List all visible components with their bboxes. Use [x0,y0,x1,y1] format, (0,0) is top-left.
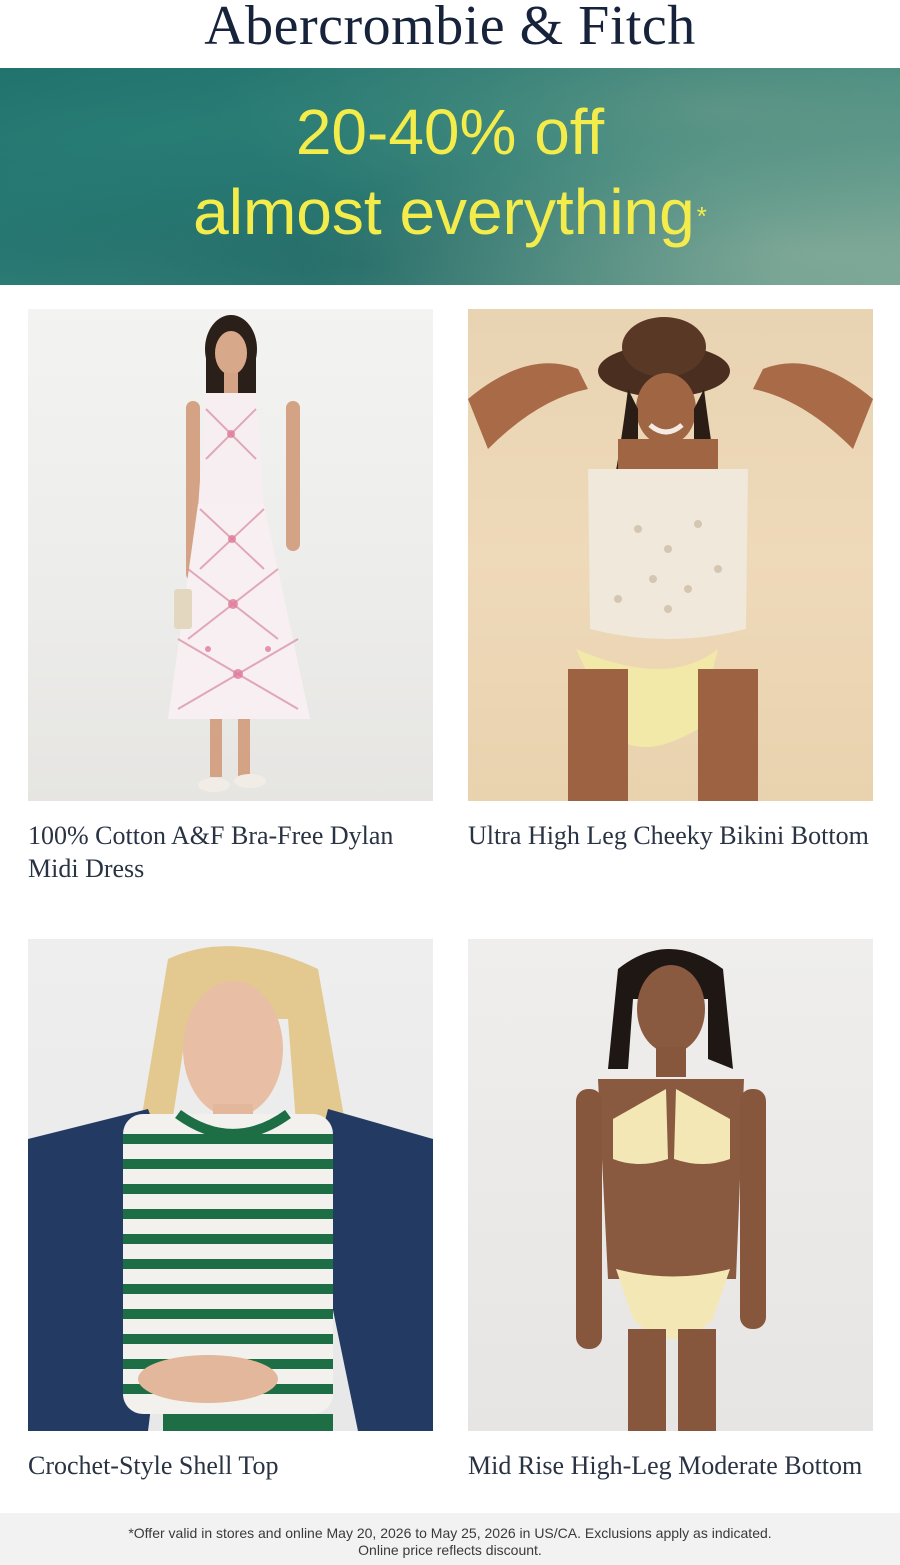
product-title[interactable]: 100% Cotton A&F Bra-Free Dylan Midi Dres… [28,819,433,885]
disclaimer-line-2: Online price reflects discount. [358,1542,542,1558]
product-image-dylan-midi-dress[interactable] [28,309,433,801]
product-title[interactable]: Ultra High Leg Cheeky Bikini Bottom [468,819,873,852]
product-image-mid-rise-bottom[interactable] [468,939,873,1431]
product-title[interactable]: Mid Rise High-Leg Moderate Bottom [468,1449,873,1482]
banner-headline: 20-40% off [295,96,605,168]
banner-subheadline-text: almost everything [193,176,695,248]
banner-subheadline: almost everything* [0,176,900,248]
promo-banner[interactable]: 20-40% off almost everything* [0,68,900,285]
disclaimer-line-1: *Offer valid in stores and online May 20… [128,1525,772,1541]
offer-disclaimer: *Offer valid in stores and online May 20… [0,1513,900,1565]
product-image-crochet-shell-top[interactable] [28,939,433,1431]
product-image-cheeky-bikini-bottom[interactable] [468,309,873,801]
header: Abercrombie & Fitch [0,0,900,68]
banner-asterisk: * [696,201,707,231]
brand-logo[interactable]: Abercrombie & Fitch [204,0,696,56]
product-title[interactable]: Crochet-Style Shell Top [28,1449,433,1482]
